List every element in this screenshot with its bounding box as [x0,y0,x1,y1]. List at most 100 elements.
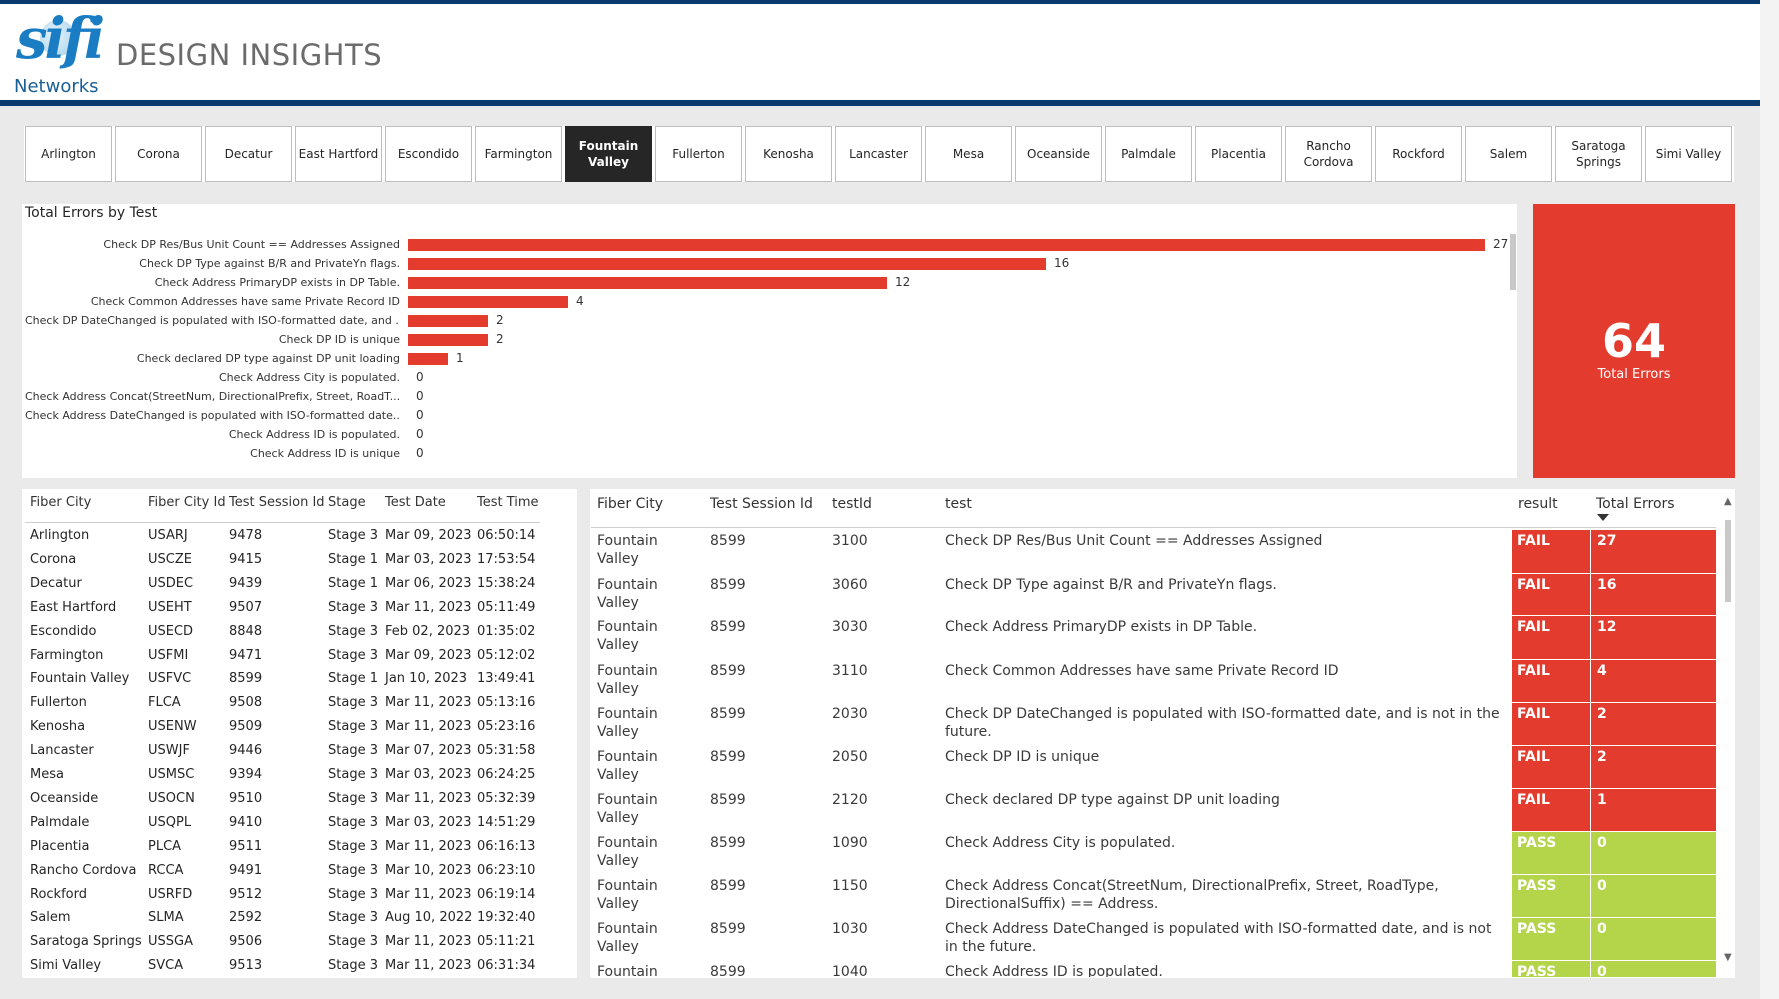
session-table-cell[interactable]: Salem [30,910,71,925]
chart-scrollbar[interactable] [1510,234,1516,290]
session-table-cell[interactable]: Corona [30,552,76,567]
page-scrollbar[interactable] [1760,0,1779,999]
chart-data-label: 0 [416,446,424,460]
tab-city[interactable]: Farmington [475,126,562,182]
results-cell-test: Check DP Res/Bus Unit Count == Addresses… [945,533,1323,549]
chart-bar[interactable] [408,239,1485,251]
tab-city[interactable]: Saratoga Springs [1555,126,1642,182]
scroll-down-icon[interactable]: ▼ [1724,952,1732,963]
results-cell-city[interactable]: Fountain Valley [597,576,697,615]
tab-city[interactable]: Arlington [25,126,112,182]
tab-city[interactable]: Placentia [1195,126,1282,182]
session-table-cell: 05:31:58 [477,743,536,759]
results-scrollbar[interactable] [1725,520,1731,602]
tab-city[interactable]: Fullerton [655,126,742,182]
session-table-cell[interactable]: Rancho Cordova [30,863,136,878]
results-cell-city[interactable]: Fountain Valley [597,662,697,702]
results-table-header[interactable]: result [1518,496,1558,512]
result-badge: PASS [1512,961,1590,980]
result-badge: FAIL [1512,616,1590,659]
session-table-cell[interactable]: Farmington [30,648,103,663]
results-cell-city[interactable]: Fountain Valley [597,748,697,788]
tab-city[interactable]: East Hartford [295,126,382,182]
scroll-up-icon[interactable]: ▲ [1724,496,1732,507]
results-table-header[interactable]: Test Session Id [710,496,813,512]
results-table-header[interactable]: Total Errors [1596,496,1675,512]
session-table-cell: Mar 11, 2023 [385,790,472,806]
tab-city[interactable]: Lancaster [835,126,922,182]
tab-city[interactable]: Oceanside [1015,126,1102,182]
session-table-cell[interactable]: Saratoga Springs [30,934,142,949]
results-cell-city[interactable]: Fountain Valley [597,618,697,659]
results-cell-city[interactable]: Fountain Valley [597,791,697,831]
session-table-cell[interactable]: Simi Valley [30,958,101,973]
session-table-cell: 14:51:29 [477,814,536,830]
session-table-cell[interactable]: Fullerton [30,695,87,710]
tab-city[interactable]: Kenosha [745,126,832,182]
tab-city[interactable]: Decatur [205,126,292,182]
session-table-cell: Stage 3 [328,838,378,854]
chart-bar[interactable] [408,334,488,346]
session-table-cell: 9509 [229,719,263,735]
tab-city[interactable]: Simi Valley [1645,126,1732,182]
session-table-cell: 9478 [229,528,263,543]
session-table-cell: Stage 3 [328,623,378,639]
session-table-cell: Stage 3 [328,695,378,711]
chart-bar[interactable] [408,353,448,365]
results-cell-city[interactable]: Fountain Valley [597,963,697,977]
results-cell-city[interactable]: Fountain Valley [597,705,697,745]
session-table-header[interactable]: Test Session Id [229,495,325,510]
result-badge: PASS [1512,918,1590,960]
tab-city[interactable]: Corona [115,126,202,182]
tab-city[interactable]: Rancho Cordova [1285,126,1372,182]
results-cell-city[interactable]: Fountain Valley [597,920,697,960]
results-cell-session: 8599 [710,878,746,894]
session-table-header[interactable]: Test Date [385,495,446,510]
session-table-cell[interactable]: Escondido [30,624,96,639]
total-errors-cell: 1 [1591,789,1716,831]
tab-city[interactable]: Escondido [385,126,472,182]
results-cell-city[interactable]: Fountain Valley [597,834,697,874]
tab-city[interactable]: Mesa [925,126,1012,182]
session-table-cell[interactable]: East Hartford [30,600,116,615]
total-errors-card: 64 Total Errors [1533,204,1735,478]
session-table-header[interactable]: Fiber City [30,495,91,510]
session-table-cell: 06:16:13 [477,838,536,854]
chart-bar[interactable] [408,315,488,327]
chart-bar[interactable] [408,277,887,289]
session-table-header[interactable]: Test Time [477,495,539,510]
session-table-header[interactable]: Fiber City Id [148,495,226,510]
session-table-cell[interactable]: Placentia [30,839,89,854]
session-table-cell[interactable]: Decatur [30,576,82,591]
tab-city[interactable]: Rockford [1375,126,1462,182]
results-cell-city[interactable]: Fountain Valley [597,877,697,917]
session-table-header[interactable]: Stage [328,495,366,510]
session-table-cell[interactable]: Lancaster [30,743,94,758]
session-table-cell[interactable]: Fountain Valley [30,671,129,686]
session-table-cell: 8599 [229,671,263,687]
session-table-cell: Mar 07, 2023 [385,743,472,759]
tab-city[interactable]: Fountain Valley [565,126,652,182]
session-table-cell: USEHT [148,599,192,615]
sifi-networks-logo: sifi Networks [12,6,105,102]
results-table-header[interactable]: testId [832,496,872,512]
session-table-cell: 9491 [229,862,263,878]
results-cell-testid: 1040 [832,964,868,980]
session-table-cell: 9506 [229,934,263,950]
results-table-header[interactable]: test [945,496,972,512]
session-table-cell[interactable]: Rockford [30,887,87,902]
session-table-cell[interactable]: Mesa [30,767,64,782]
session-table-cell: Stage 3 [328,910,378,926]
chart-bar[interactable] [408,258,1046,270]
session-table-cell[interactable]: Arlington [30,528,89,543]
tab-city[interactable]: Palmdale [1105,126,1192,182]
session-table-cell[interactable]: Kenosha [30,719,85,734]
results-cell-city[interactable]: Fountain Valley [597,532,697,573]
sort-desc-icon[interactable] [1597,514,1609,521]
results-cell-testid: 2120 [832,792,868,808]
results-table-header[interactable]: Fiber City [597,496,663,512]
chart-bar[interactable] [408,296,568,308]
session-table-cell[interactable]: Oceanside [30,791,98,806]
session-table-cell[interactable]: Palmdale [30,815,89,830]
tab-city[interactable]: Salem [1465,126,1552,182]
